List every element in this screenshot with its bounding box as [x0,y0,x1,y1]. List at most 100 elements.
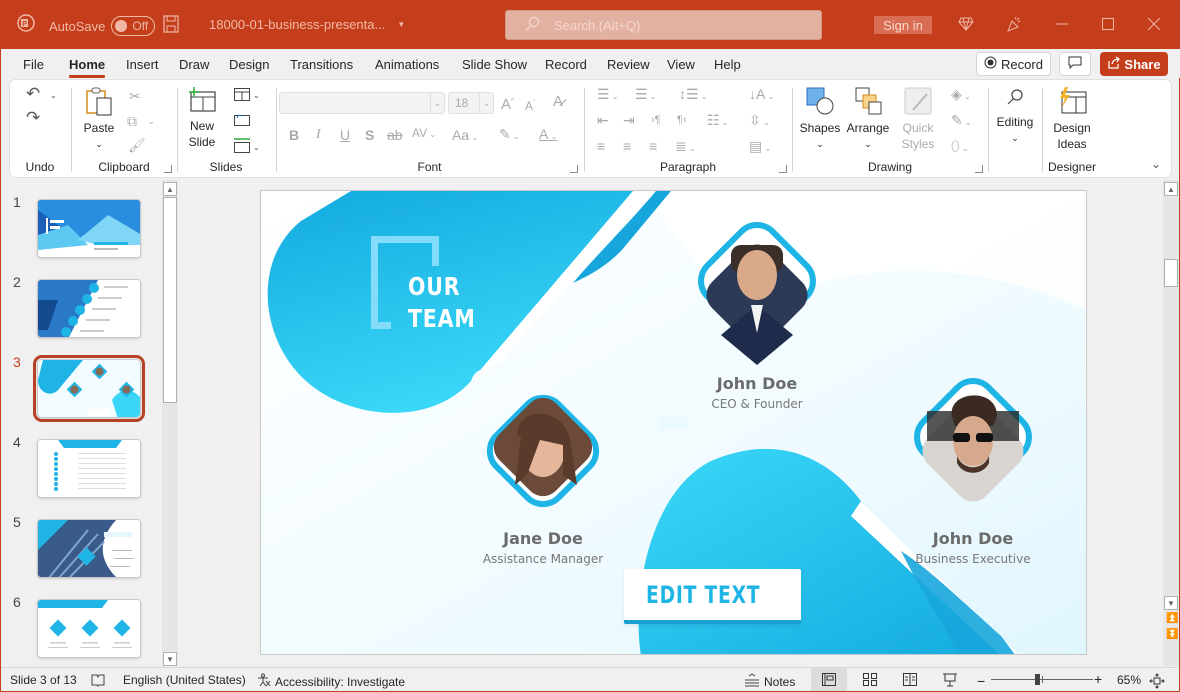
editing-button[interactable]: Editing ⌄ [993,88,1037,146]
tab-design[interactable]: Design [229,57,269,72]
slide-thumbnail-1[interactable] [37,199,141,258]
bold-icon[interactable]: B [289,127,299,143]
tab-record[interactable]: Record [545,57,587,72]
paragraph-launcher-icon[interactable] [779,165,787,173]
close-icon[interactable] [1144,14,1164,34]
layout-icon[interactable] [234,88,250,104]
smartart-icon[interactable]: ▤ ⌄ [749,138,771,157]
slide-thumbnail-2[interactable] [37,279,141,338]
reading-view-button[interactable] [903,673,917,686]
align-right-icon[interactable]: ≡ [649,138,657,154]
format-painter-icon[interactable]: 🖌 [128,137,146,153]
text-direction-icon[interactable]: ↓A ⌄ [749,86,774,105]
member-name[interactable]: John Doe [873,529,1073,548]
change-case-icon[interactable]: Aa ⌄ [452,127,478,146]
increase-font-size-icon[interactable]: A^ [501,94,514,113]
font-name-input[interactable]: ⌄ [279,92,445,114]
shapes-button[interactable]: Shapes ⌄ [798,86,842,152]
drawing-launcher-icon[interactable] [975,165,983,173]
member-name[interactable]: Jane Doe [443,529,643,548]
shadow-icon[interactable]: S [365,127,374,143]
tab-draw[interactable]: Draw [179,57,209,72]
slide-thumbnail-4[interactable] [37,439,141,498]
scroll-down-icon[interactable]: ▼ [163,652,177,666]
member-name[interactable]: John Doe [657,374,857,393]
search-input[interactable]: Search (Alt+Q) [505,10,822,40]
scroll-up-icon[interactable]: ▲ [1164,182,1178,196]
celebrate-icon[interactable] [1004,14,1024,34]
design-ideas-button[interactable]: Design Ideas [1049,86,1095,152]
zoom-slider[interactable] [991,674,1093,685]
increase-indent-icon[interactable]: ⇥ [623,112,635,128]
decrease-font-size-icon[interactable]: Aˇ [525,96,535,114]
slide-thumbnail-3[interactable] [33,355,145,422]
slide-canvas[interactable]: OUR TEAM John Doe CEO & Founder Jane Doe… [260,190,1087,655]
tab-transitions[interactable]: Transitions [290,57,353,72]
member-photo-frame[interactable] [897,361,1049,526]
character-spacing-icon[interactable]: AV ⌄ [412,125,436,143]
fit-to-window-button[interactable] [1149,673,1165,689]
cta-box[interactable]: EDIT TEXT [624,569,801,624]
shape-effects-icon[interactable]: ⬯ ⌄ [951,138,969,157]
slide-scrollbar[interactable]: ▲ ▼ ⏫ ⏬ [1163,180,1179,666]
decrease-indent-icon[interactable]: ⇤ [597,112,609,128]
underline-icon[interactable]: U [340,127,350,143]
chevron-down-icon[interactable]: ⌄ [430,93,444,113]
accessibility-status[interactable]: Accessibility: Investigate [256,673,405,690]
chevron-down-icon[interactable]: ⌄ [148,114,155,130]
autosave-control[interactable]: AutoSave Off [49,16,156,36]
zoom-level[interactable]: 65% [1117,673,1141,687]
next-slide-icon[interactable]: ⏬ [1166,629,1178,640]
scrollbar-thumb[interactable] [163,197,177,403]
scroll-up-icon[interactable]: ▲ [163,182,177,196]
columns-icon[interactable]: ☷ ⌄ [707,112,729,131]
member-role[interactable]: CEO & Founder [657,397,857,411]
language-status[interactable]: English (United States) [123,673,246,687]
slide-thumbnail-5[interactable] [37,519,141,578]
tab-insert[interactable]: Insert [126,57,159,72]
font-size-input[interactable]: 18 ⌄ [448,92,494,114]
sign-in-button[interactable]: Sign in [874,16,932,34]
rtl-icon[interactable]: ¶‹ [677,112,687,128]
scrollbar-thumb[interactable] [1164,259,1178,287]
align-text-icon[interactable]: ⇳ ⌄ [749,112,770,131]
member-photo-frame[interactable] [681,205,833,370]
section-icon[interactable] [234,138,250,156]
bullets-icon[interactable]: ☰ ⌄ [597,86,619,105]
cta-text[interactable]: EDIT TEXT [646,581,760,609]
shape-fill-icon[interactable]: ◈ ⌄ [951,86,971,105]
chevron-down-icon[interactable]: ⌄ [50,88,57,104]
scroll-down-icon[interactable]: ▼ [1164,596,1178,610]
comments-button[interactable] [1059,52,1091,76]
member-photo-frame[interactable] [467,375,619,527]
quick-styles-button[interactable]: Quick Styles [896,86,940,152]
zoom-in-button[interactable]: + [1094,671,1102,687]
previous-slide-icon[interactable]: ⏫ [1166,613,1178,624]
arrange-button[interactable]: Arrange ⌄ [845,86,891,152]
normal-view-button[interactable] [811,668,847,691]
tab-animations[interactable]: Animations [375,57,439,72]
slide-heading-line1[interactable]: OUR [408,271,460,303]
slide-sorter-button[interactable] [863,673,877,686]
thumbnail-scrollbar[interactable]: ▲ ▼ [162,180,178,666]
member-role[interactable]: Business Executive [873,552,1073,566]
font-launcher-icon[interactable] [570,165,578,173]
maximize-icon[interactable] [1098,14,1118,34]
align-center-icon[interactable]: ≡ [623,138,631,154]
chevron-down-icon[interactable]: ⌄ [479,93,493,113]
undo-icon[interactable]: ↶ [26,85,40,102]
autosave-toggle[interactable]: Off [111,16,156,36]
clear-formatting-icon[interactable]: A̷ [553,94,563,110]
numbering-icon[interactable]: ☰ ⌄ [635,86,657,105]
align-left-icon[interactable]: ≡ [597,138,605,154]
record-button[interactable]: Record [976,52,1051,76]
slide-heading-line2[interactable]: TEAM [408,303,476,335]
tab-slide-show[interactable]: Slide Show [462,57,527,72]
redo-icon[interactable]: ↷ [26,109,40,126]
ltr-icon[interactable]: ›¶ [651,112,661,128]
spelling-check-icon[interactable] [91,673,105,687]
tab-view[interactable]: View [667,57,695,72]
tab-home[interactable]: Home [69,57,106,78]
cut-icon[interactable]: ✂ [129,88,141,104]
reset-slide-icon[interactable] [234,113,250,129]
